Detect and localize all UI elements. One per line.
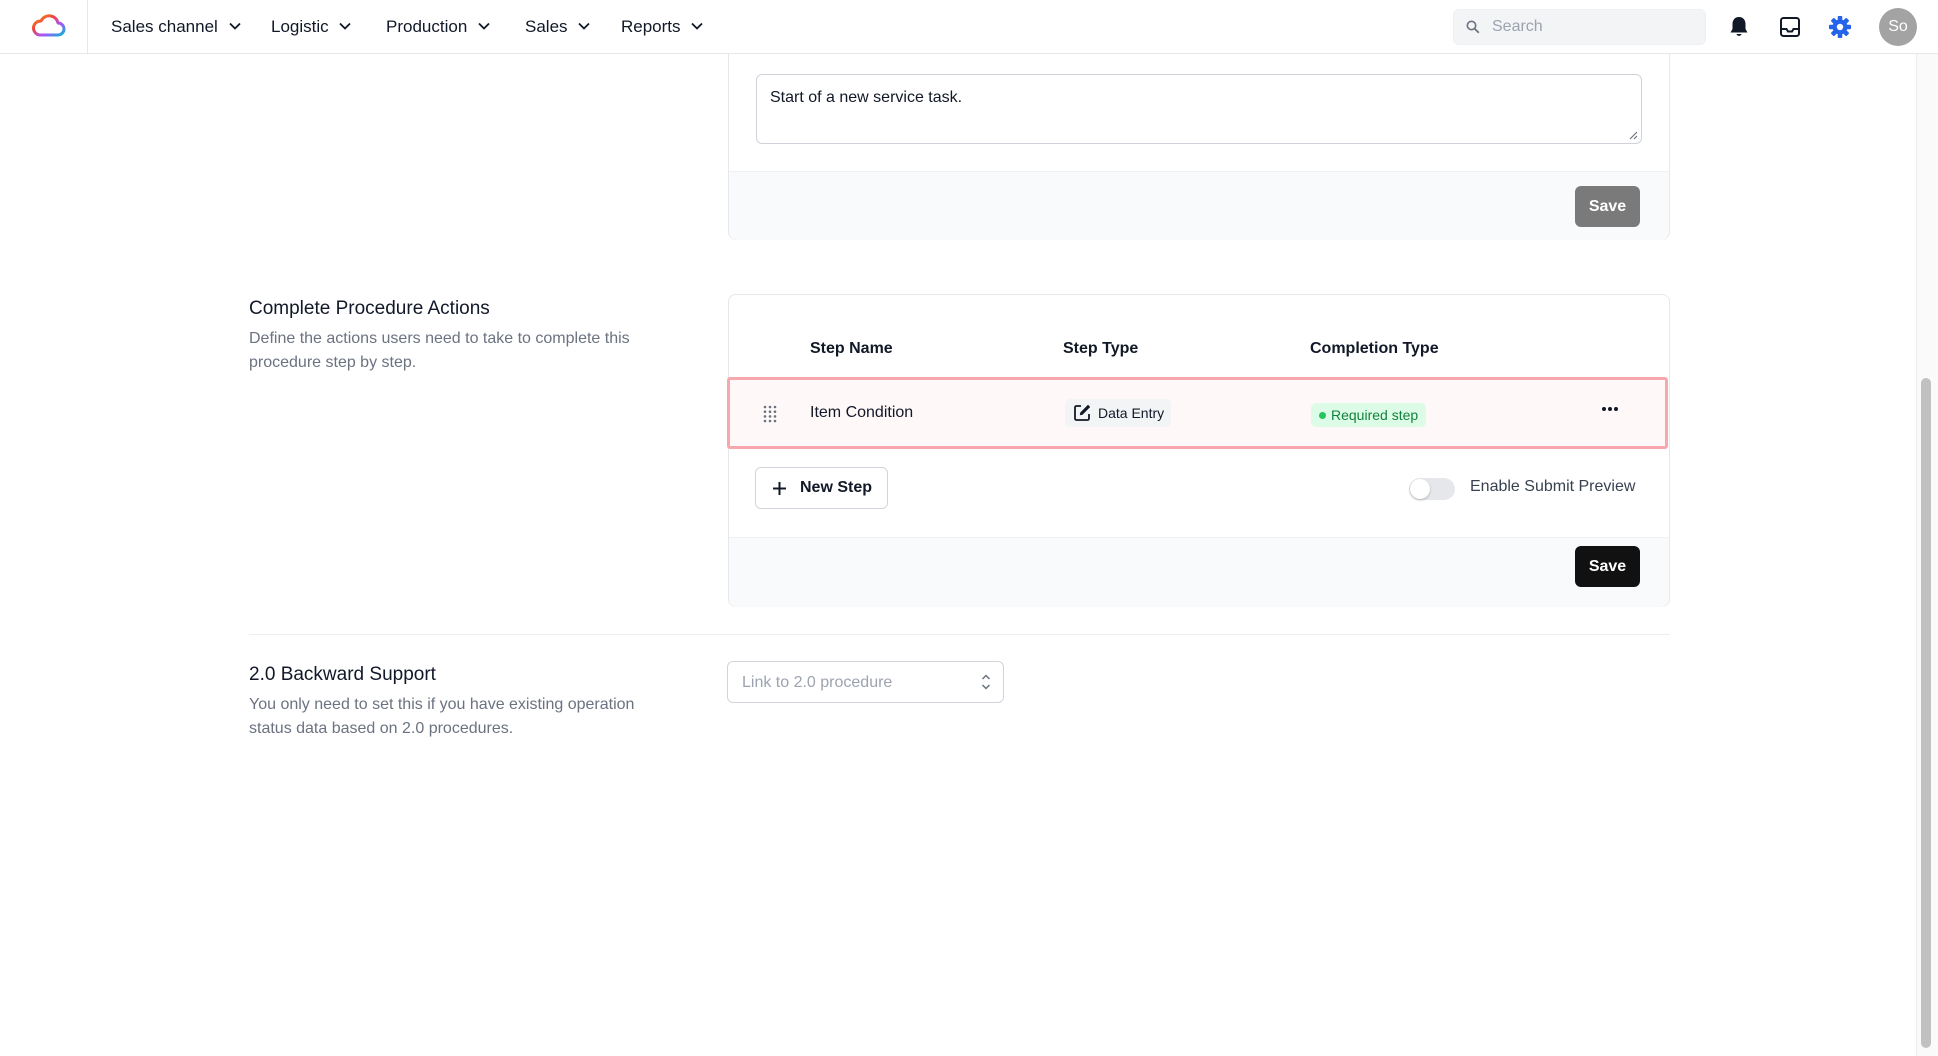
edit-icon (1074, 405, 1091, 422)
procedure-actions-save-button[interactable]: Save (1575, 546, 1640, 587)
cloud-logo-icon (32, 14, 66, 37)
status-dot (1319, 412, 1326, 419)
nav-production[interactable]: Production (386, 0, 490, 54)
new-step-button[interactable]: New Step (755, 467, 888, 509)
procedure-note-value: Start of a new service task. (770, 89, 963, 106)
actions-section-description: Define the actions users need to take to… (249, 330, 630, 371)
nav-label: Sales channel (111, 17, 218, 36)
search-input[interactable] (1490, 10, 1700, 44)
gear-icon (1829, 16, 1851, 38)
nav-label: Logistic (271, 17, 329, 36)
new-step-label: New Step (800, 479, 873, 496)
user-avatar[interactable]: So (1879, 8, 1917, 46)
link-procedure-select[interactable]: Link to 2.0 procedure (727, 661, 1004, 703)
backward-section-description: You only need to set this if you have ex… (249, 696, 635, 737)
avatar-initials: So (1888, 18, 1908, 35)
nav-reports[interactable]: Reports (621, 0, 703, 54)
top-navigation-bar: Sales channel Logistic Production Sales … (0, 0, 1938, 54)
chevron-down-icon (339, 22, 352, 30)
chevron-down-icon (578, 22, 590, 30)
chevron-down-icon (691, 22, 703, 30)
nav-sales[interactable]: Sales (525, 0, 590, 54)
section-divider (249, 634, 1670, 635)
nav-logistic[interactable]: Logistic (271, 0, 352, 54)
select-placeholder: Link to 2.0 procedure (742, 674, 893, 691)
plus-icon (773, 482, 786, 495)
search-icon (1466, 20, 1480, 34)
save-label: Save (1588, 558, 1627, 575)
chevron-down-icon (478, 22, 490, 30)
procedure-note-textarea[interactable]: Start of a new service task. (756, 74, 1642, 144)
procedure-note-save-button[interactable]: Save (1575, 186, 1640, 227)
logo[interactable] (0, 0, 88, 54)
chevron-up-down-icon (981, 674, 991, 690)
search-box[interactable] (1453, 9, 1706, 45)
save-label: Save (1588, 198, 1627, 215)
submit-preview-label: Enable Submit Preview (1470, 478, 1636, 495)
bell-icon (1730, 17, 1748, 36)
submit-preview-toggle[interactable] (1409, 478, 1455, 500)
inbox-icon (1780, 17, 1800, 37)
toggle-knob (1410, 479, 1430, 499)
column-header-step-type: Step Type (1063, 340, 1139, 357)
procedure-actions-footer: Save (729, 537, 1669, 607)
resize-handle-icon[interactable] (1628, 130, 1638, 140)
completion-type-badge: Required step (1311, 403, 1427, 427)
step-type-chip: Data Entry (1065, 399, 1172, 427)
column-header-completion-type: Completion Type (1310, 340, 1439, 357)
step-type-label: Data Entry (1098, 405, 1165, 421)
nav-label: Reports (621, 17, 681, 36)
table-row[interactable]: Item Condition Data Entry Required step (727, 377, 1668, 449)
nav-sales-channel[interactable]: Sales channel (111, 0, 241, 54)
column-header-step-name: Step Name (810, 340, 893, 357)
procedure-note-footer: Save (729, 171, 1669, 240)
backward-section-title: 2.0 Backward Support (249, 664, 436, 685)
nav-label: Sales (525, 17, 568, 36)
step-name-cell: Item Condition (810, 404, 914, 421)
settings-button[interactable] (1826, 13, 1854, 41)
completion-type-label: Required step (1331, 407, 1419, 423)
inbox-button[interactable] (1776, 13, 1804, 41)
actions-section-title: Complete Procedure Actions (249, 298, 490, 319)
drag-handle-icon[interactable] (763, 405, 777, 423)
nav-label: Production (386, 17, 468, 36)
chevron-down-icon (228, 22, 241, 30)
more-options-icon[interactable] (1601, 406, 1619, 412)
scrollbar-thumb[interactable] (1921, 378, 1931, 1048)
notifications-button[interactable] (1725, 13, 1753, 41)
